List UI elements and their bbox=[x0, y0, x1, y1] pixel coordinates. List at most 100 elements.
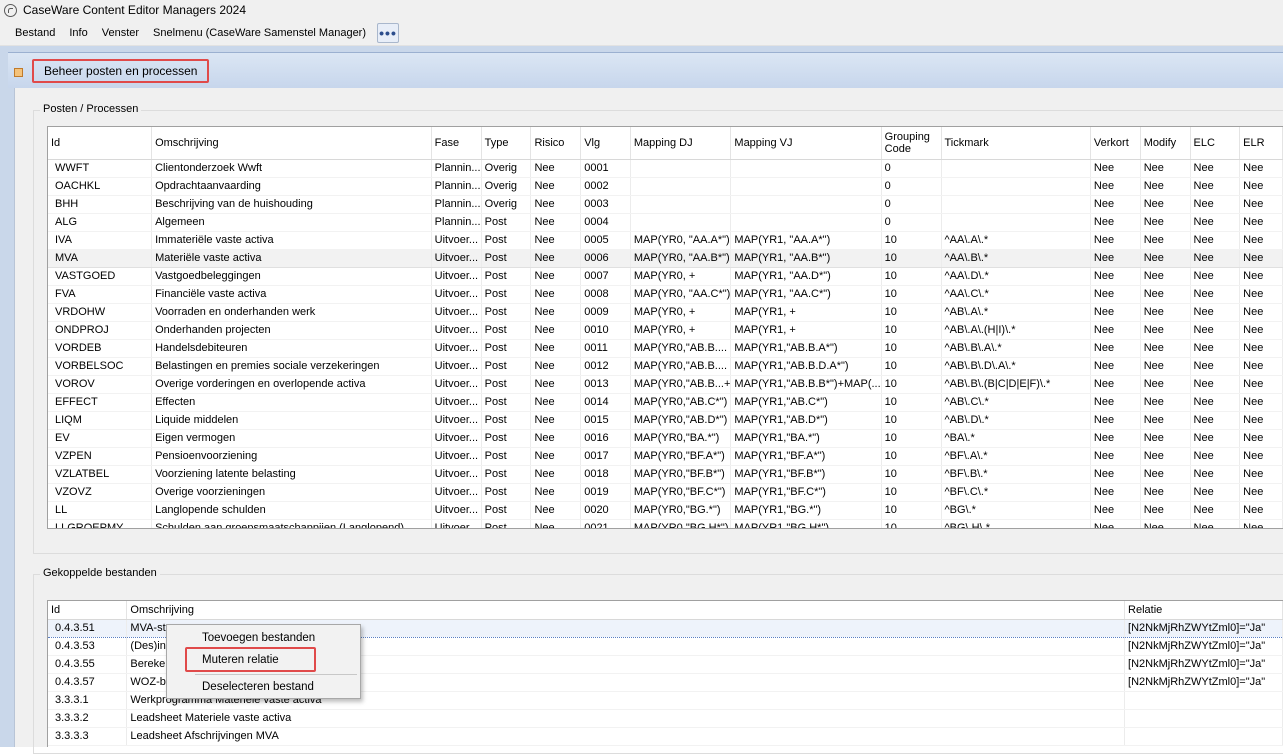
document-tab-strip: Beheer posten en processen bbox=[8, 52, 1283, 88]
column-header[interactable]: Type bbox=[481, 127, 532, 160]
table-cell: Nee bbox=[1190, 303, 1241, 322]
table-cell: Uitvoer... bbox=[431, 483, 482, 502]
table-cell: Nee bbox=[530, 411, 582, 430]
more-options-button[interactable]: ••• bbox=[377, 22, 400, 43]
document-tab-beheer[interactable]: Beheer posten en processen bbox=[32, 59, 210, 83]
table-row[interactable]: VRDOHW Voorraden en onderhanden werk Uitvo… bbox=[48, 303, 1283, 322]
table-cell: Nee bbox=[1140, 321, 1191, 340]
column-header[interactable]: ELC bbox=[1190, 127, 1241, 160]
table-cell: Schulden aan groepsmaatschappijen (Langl… bbox=[151, 519, 432, 528]
table-cell: Nee bbox=[1090, 159, 1141, 178]
posten-processen-label: Posten / Processen bbox=[40, 103, 142, 115]
bestanden-header-row: Id Omschrijving Relatie bbox=[48, 601, 1283, 620]
ctx-separator bbox=[195, 674, 357, 675]
table-row[interactable]: OACHKL Opdrachtaanvaarding Plannin... Overi… bbox=[48, 177, 1283, 196]
table-cell: Post bbox=[481, 375, 532, 394]
column-header[interactable]: Vlg bbox=[580, 127, 631, 160]
ctx-deselecteren-bestand[interactable]: Deselecteren bestand bbox=[167, 676, 360, 698]
table-cell: MAP(YR0, "AA.A*") bbox=[630, 231, 732, 250]
table-row[interactable]: MVA Materiële vaste activa Uitvoer... Post N… bbox=[48, 248, 1283, 268]
table-cell bbox=[941, 213, 1091, 232]
table-cell bbox=[941, 159, 1091, 178]
column-header[interactable]: Grouping Code bbox=[881, 127, 942, 160]
table-row[interactable]: VORDEB Handelsdebiteuren Uitvoer... Post Nee… bbox=[48, 339, 1283, 358]
table-cell: 10 bbox=[881, 411, 942, 430]
table-cell: Nee bbox=[530, 159, 582, 178]
table-cell: Post bbox=[481, 519, 532, 528]
column-header[interactable]: Mapping VJ bbox=[730, 127, 882, 160]
column-header[interactable]: Tickmark bbox=[941, 127, 1091, 160]
table-cell: 0013 bbox=[580, 375, 631, 394]
table-cell: MAP(YR1,"BF.B*") bbox=[730, 465, 882, 484]
table-row[interactable]: BHH Beschrijving van de huishouding Planni… bbox=[48, 195, 1283, 214]
menu-venster[interactable]: Venster bbox=[95, 27, 146, 39]
table-cell: Nee bbox=[1190, 429, 1241, 448]
table-cell: MAP(YR1,"AB.B.B*")+MAP(... bbox=[730, 375, 882, 394]
column-header[interactable]: Id bbox=[48, 127, 153, 160]
ctx-toevoegen-bestanden[interactable]: Toevoegen bestanden bbox=[167, 627, 360, 649]
table-row[interactable]: ALG Algemeen Plannin... Post Nee 0004 0 Nee Nee N… bbox=[48, 213, 1283, 232]
table-row[interactable]: VZOVZ Overige voorzieningen Uitvoer... Post… bbox=[48, 483, 1283, 502]
column-header[interactable]: Omschrijving bbox=[126, 601, 1126, 620]
column-header[interactable]: Fase bbox=[431, 127, 482, 160]
table-cell: Plannin... bbox=[431, 177, 482, 196]
table-cell: Nee bbox=[1190, 231, 1241, 250]
table-row[interactable]: VOROV Overige vorderingen en overlopende … bbox=[48, 375, 1283, 394]
table-cell: MAP(YR0, "AA.B*") bbox=[630, 248, 732, 268]
table-cell: Post bbox=[481, 339, 532, 358]
table-row[interactable]: LL Langlopende schulden Uitvoer... Post Nee 0… bbox=[48, 501, 1283, 520]
table-cell: Post bbox=[481, 393, 532, 412]
menu-snelmenu[interactable]: Snelmenu (CaseWare Samenstel Manager) bbox=[146, 27, 373, 39]
table-row[interactable]: 3.3.3.2 Leadsheet Materiele vaste activa bbox=[48, 709, 1283, 728]
more-dots-icon: ••• bbox=[379, 24, 397, 41]
table-cell: 0 bbox=[881, 177, 942, 196]
table-cell: VORDEB bbox=[48, 339, 153, 358]
table-cell: Nee bbox=[530, 285, 582, 304]
column-header[interactable]: ELR bbox=[1239, 127, 1283, 160]
column-header[interactable]: Omschrijving bbox=[151, 127, 432, 160]
table-cell: Post bbox=[481, 267, 532, 286]
table-row[interactable]: 3.3.3.3 Leadsheet Afschrijvingen MVA bbox=[48, 727, 1283, 746]
table-row[interactable]: EV Eigen vermogen Uitvoer... Post Nee 0016 MAP… bbox=[48, 429, 1283, 448]
table-cell: Nee bbox=[1239, 195, 1283, 214]
table-row[interactable]: LLGROEPMY Schulden aan groepsmaatschappij… bbox=[48, 519, 1283, 528]
table-cell: Nee bbox=[1140, 339, 1191, 358]
table-row[interactable]: WWFT Clientonderzoek Wwft Plannin... Overig… bbox=[48, 159, 1283, 178]
table-cell: Nee bbox=[1140, 177, 1191, 196]
ctx-muteren-relatie[interactable]: Muteren relatie bbox=[167, 649, 360, 671]
column-header[interactable]: Mapping DJ bbox=[630, 127, 732, 160]
table-cell: 0007 bbox=[580, 267, 631, 286]
menu-bar: Bestand Info Venster Snelmenu (CaseWare … bbox=[0, 20, 1283, 46]
column-header[interactable]: Verkort bbox=[1090, 127, 1141, 160]
menu-bestand[interactable]: Bestand bbox=[8, 27, 62, 39]
table-cell: 10 bbox=[881, 267, 942, 286]
menu-info[interactable]: Info bbox=[62, 27, 94, 39]
table-row[interactable]: ONDPROJ Onderhanden projecten Uitvoer... Po… bbox=[48, 321, 1283, 340]
table-cell bbox=[630, 177, 732, 196]
posten-grid[interactable]: Id Omschrijving Fase Type Risico Vlg Mapping D… bbox=[47, 126, 1283, 529]
table-cell: 10 bbox=[881, 285, 942, 304]
table-cell: 10 bbox=[881, 483, 942, 502]
table-row[interactable]: VORBELSOC Belastingen en premies sociale … bbox=[48, 357, 1283, 376]
table-row[interactable]: IVA Immateriële vaste activa Uitvoer... Pos… bbox=[48, 231, 1283, 250]
table-cell: Nee bbox=[1190, 357, 1241, 376]
table-row[interactable]: FVA Financiële vaste activa Uitvoer... Post… bbox=[48, 285, 1283, 304]
column-header[interactable]: Relatie bbox=[1124, 601, 1283, 620]
table-cell: Nee bbox=[530, 303, 582, 322]
table-row[interactable]: VZLATBEL Voorziening latente belasting Uit… bbox=[48, 465, 1283, 484]
table-cell: Nee bbox=[1090, 267, 1141, 286]
table-cell: Nee bbox=[1090, 248, 1141, 268]
column-header[interactable]: Risico bbox=[530, 127, 582, 160]
table-cell: 10 bbox=[881, 248, 942, 268]
column-header[interactable]: Id bbox=[48, 601, 128, 620]
table-cell: Post bbox=[481, 465, 532, 484]
table-cell bbox=[730, 195, 882, 214]
table-row[interactable]: LIQM Liquide middelen Uitvoer... Post Nee 001… bbox=[48, 411, 1283, 430]
table-cell: Nee bbox=[530, 195, 582, 214]
table-row[interactable]: VZPEN Pensioenvoorziening Uitvoer... Post Ne… bbox=[48, 447, 1283, 466]
column-header[interactable]: Modify bbox=[1140, 127, 1191, 160]
table-row[interactable]: EFFECT Effecten Uitvoer... Post Nee 0014 MAP(Y… bbox=[48, 393, 1283, 412]
table-row[interactable]: VASTGOED Vastgoedbeleggingen Uitvoer... Pos… bbox=[48, 267, 1283, 286]
table-cell: Nee bbox=[1190, 321, 1241, 340]
table-cell: 10 bbox=[881, 429, 942, 448]
